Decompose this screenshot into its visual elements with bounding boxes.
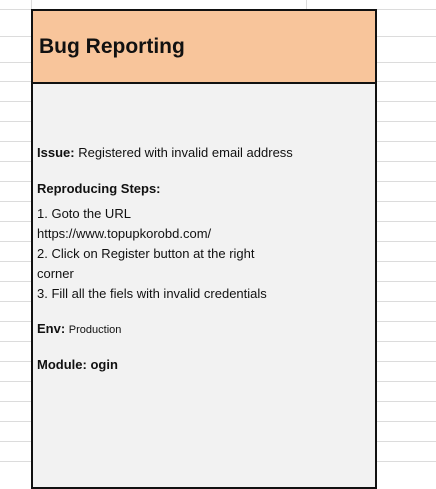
step-line-2: https://www.topupkorobd.com/ <box>37 226 212 241</box>
module-label: Module: <box>37 357 87 372</box>
issue-row: Issue: Registered with invalid email add… <box>37 145 293 160</box>
steps-heading: Reproducing Steps: <box>37 181 161 196</box>
module-value: ogin <box>90 357 118 372</box>
module-row: Module: ogin <box>37 357 118 372</box>
env-label: Env: <box>37 321 66 336</box>
step-line-4: corner <box>37 266 74 281</box>
card-header[interactable]: Bug Reporting <box>33 11 375 84</box>
issue-value: Registered with invalid email address <box>78 145 293 160</box>
step-line-1: 1. Goto the URL <box>37 206 131 221</box>
clipped-text-line <box>37 305 237 313</box>
issue-label: Issue: <box>37 145 75 160</box>
env-value: Production <box>68 324 122 336</box>
step-line-5: 3. Fill all the fiels with invalid crede… <box>37 286 267 301</box>
bug-report-card: Bug Reporting Issue: Registered with inv… <box>31 9 377 489</box>
step-line-3: 2. Click on Register button at the right <box>37 246 255 261</box>
card-title: Bug Reporting <box>39 34 185 58</box>
env-row: Env: Production <box>37 321 121 336</box>
